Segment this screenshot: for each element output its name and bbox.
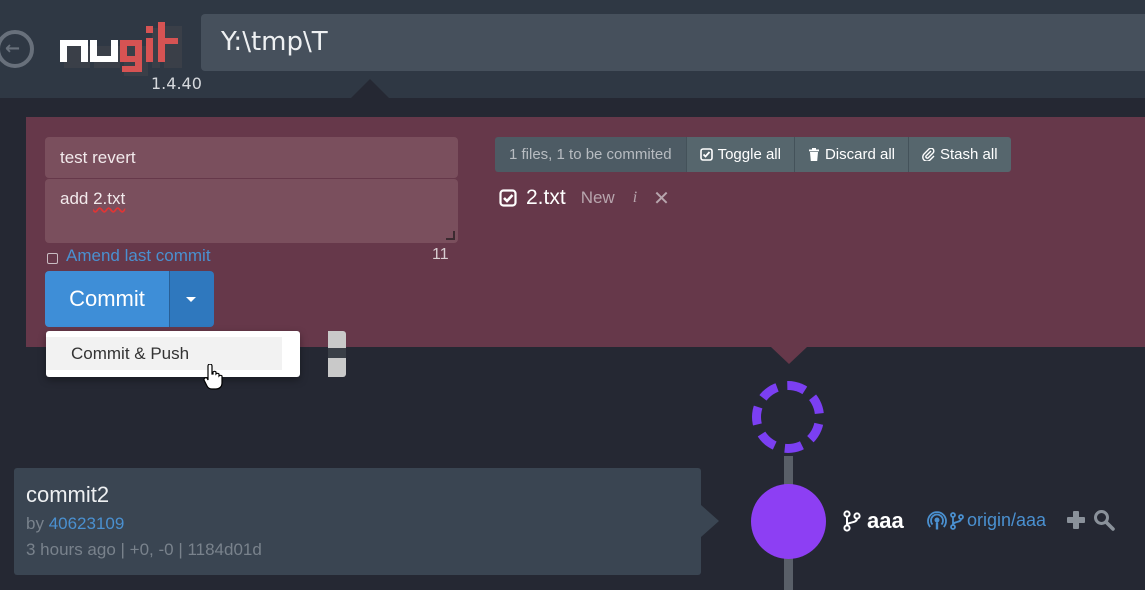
commit-body-text: add: [60, 189, 94, 208]
amend-checkbox[interactable]: [47, 253, 58, 264]
files-toolbar: 1 files, 1 to be commited Toggle all Dis…: [495, 137, 1011, 172]
hand-cursor-icon: [203, 364, 223, 390]
commit-author-prefix: by: [26, 514, 49, 533]
file-name[interactable]: 2.txt: [526, 186, 566, 210]
check-square-icon: [699, 148, 713, 161]
resize-grip-icon[interactable]: [446, 231, 455, 240]
remote-branch-label[interactable]: origin/aaa: [927, 510, 1046, 531]
pending-commit-node: [752, 381, 824, 453]
character-count: 11: [432, 246, 449, 263]
ungit-logo[interactable]: [60, 22, 186, 76]
commit-meta: 3 hours ago | +0, -0 | 1184d01d: [26, 540, 262, 559]
commit-author-link[interactable]: 40623109: [49, 514, 125, 533]
commit-body-filename: 2.txt: [93, 189, 126, 208]
path-caret-pointer: [351, 79, 389, 98]
discard-all-label: Discard all: [824, 146, 895, 163]
branch-name[interactable]: aaa: [867, 508, 904, 534]
commit-dropdown-menu: Commit & Push: [46, 331, 346, 377]
toggle-all-button[interactable]: Toggle all: [685, 137, 794, 172]
commit-dropdown-toggle[interactable]: [169, 271, 214, 327]
trash-icon: [808, 148, 819, 161]
commit-and-push-item[interactable]: Commit & Push: [46, 337, 282, 370]
commit-title: commit2: [26, 482, 110, 507]
dropdown-scrollbar[interactable]: [328, 331, 346, 377]
stash-all-button[interactable]: Stash all: [908, 137, 1011, 172]
files-count-label: 1 files, 1 to be commited: [495, 137, 686, 172]
branch-label[interactable]: aaa: [843, 508, 904, 534]
plus-icon[interactable]: [1067, 511, 1085, 529]
commit-title-input[interactable]: test revert: [45, 137, 458, 178]
check-square-icon[interactable]: [499, 189, 517, 207]
scrollbar-thumb[interactable]: [328, 348, 346, 358]
amend-last-commit-link[interactable]: Amend last commit: [66, 246, 211, 266]
podcast-icon: [927, 510, 947, 529]
arrow-left-icon: ←: [5, 38, 21, 59]
commit-card[interactable]: commit2 by 40623109 3 hours ago | +0, -0…: [14, 468, 701, 575]
discard-all-button[interactable]: Discard all: [793, 137, 908, 172]
remote-branch-name[interactable]: origin/aaa: [967, 510, 1046, 531]
commit-body-textarea[interactable]: add 2.txt: [45, 179, 458, 243]
commit-node[interactable]: [751, 484, 826, 559]
repository-path-input[interactable]: Y:\tmp\T: [201, 14, 1145, 71]
commit-card-pointer: [701, 505, 719, 537]
file-status: New: [580, 188, 615, 207]
close-icon[interactable]: ✕: [653, 186, 670, 210]
branch-icon: [950, 511, 964, 530]
branch-icon: [843, 510, 861, 532]
caret-down-icon: [186, 297, 196, 302]
info-icon[interactable]: i: [633, 189, 637, 207]
search-icon[interactable]: [1093, 509, 1115, 531]
toggle-all-label: Toggle all: [717, 146, 781, 163]
version-label: 1.4.40: [151, 74, 202, 93]
staging-caret-pointer: [771, 347, 807, 364]
paperclip-icon: [922, 148, 935, 161]
file-row[interactable]: 2.txt New i ✕: [499, 183, 670, 213]
commit-author: by 40623109: [26, 514, 124, 534]
stash-all-label: Stash all: [940, 146, 998, 163]
commit-button[interactable]: Commit: [45, 271, 169, 327]
